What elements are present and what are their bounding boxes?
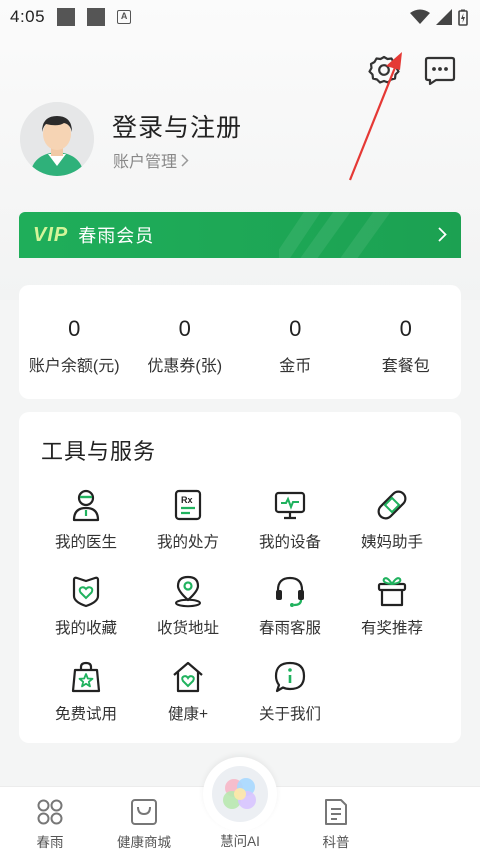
nav-label: 科普: [322, 835, 350, 850]
ai-orb-icon: [223, 778, 256, 809]
stat-value: 0: [399, 316, 412, 341]
bandage-icon: [377, 490, 407, 520]
nav-label: 春雨: [36, 835, 64, 850]
tool-customer-service[interactable]: 春雨客服: [235, 574, 345, 644]
tool-label: 春雨客服: [258, 620, 321, 637]
section-title: 工具与服务: [41, 439, 157, 464]
headset-icon: [276, 576, 304, 607]
stat-label: 金币: [279, 358, 312, 375]
vip-membership-banner[interactable]: VIP 春雨会员: [19, 212, 461, 258]
vip-logo: VIP: [33, 223, 69, 246]
info-icon: [274, 661, 306, 693]
stat-label: 优惠券(张): [147, 358, 223, 375]
tool-my-device[interactable]: 我的设备: [235, 488, 345, 558]
decorative-pattern-icon: [279, 212, 391, 258]
shopping-bag-icon: [131, 799, 157, 825]
nav-label[interactable]: 慧问AI: [190, 830, 290, 850]
doctor-icon: [72, 489, 100, 522]
tool-label: 收货地址: [156, 620, 219, 637]
stat-balance[interactable]: 0 账户余额(元): [19, 285, 130, 399]
chat-bubble-icon: [424, 56, 456, 86]
login-register-title[interactable]: 登录与注册: [112, 108, 242, 144]
article-icon: [325, 799, 347, 825]
tools-services-card: 工具与服务 我的医生 Rx 我的处方 我的设备 姨妈助手 我的收藏 收货地址 春…: [19, 412, 461, 743]
home-grid-icon: [37, 799, 63, 825]
notification-icon: [57, 8, 76, 26]
tool-label: 我的设备: [258, 534, 321, 551]
tool-label: 免费试用: [54, 706, 117, 723]
health-home-icon: [173, 661, 203, 693]
signal-icon: [436, 9, 452, 25]
app-notification-icon: A: [117, 10, 132, 24]
wifi-icon: [410, 9, 430, 24]
tool-label: 关于我们: [258, 706, 321, 723]
stat-packages[interactable]: 0 套餐包: [351, 285, 462, 399]
nav-tab-ai[interactable]: [212, 766, 268, 822]
tool-label: 健康+: [167, 706, 209, 723]
stat-value: 0: [178, 316, 191, 341]
avatar[interactable]: [20, 102, 94, 176]
tool-my-prescription[interactable]: Rx 我的处方: [133, 488, 243, 558]
battery-icon: [458, 9, 468, 26]
svg-text:Rx: Rx: [181, 495, 193, 505]
stat-label: 套餐包: [381, 358, 430, 375]
tool-label: 姨妈助手: [360, 534, 423, 551]
prescription-icon: Rx: [174, 489, 202, 521]
stat-label: 账户余额(元): [28, 358, 120, 375]
nav-tab-home[interactable]: 春雨: [0, 787, 100, 852]
tool-label: 我的医生: [54, 534, 117, 551]
gift-icon: [377, 577, 407, 607]
favorites-icon: [72, 576, 100, 608]
tool-health-plus[interactable]: 健康+: [133, 660, 243, 730]
nav-label: 健康商城: [117, 835, 171, 850]
tool-referral-reward[interactable]: 有奖推荐: [337, 574, 447, 644]
stat-value: 0: [289, 316, 302, 341]
tool-label: 我的处方: [156, 534, 219, 551]
tool-shipping-address[interactable]: 收货地址: [133, 574, 243, 644]
settings-button[interactable]: [366, 52, 402, 88]
account-management-label: 账户管理: [113, 154, 178, 171]
trial-bag-icon: [71, 661, 101, 693]
tool-label: 有奖推荐: [360, 620, 423, 637]
stat-value: 0: [68, 316, 81, 341]
stat-coupons[interactable]: 0 优惠券(张): [130, 285, 241, 399]
stat-gold-coins[interactable]: 0 金币: [240, 285, 351, 399]
tool-about-us[interactable]: 关于我们: [235, 660, 345, 730]
message-button[interactable]: [422, 52, 458, 88]
chevron-right-icon: [181, 153, 189, 167]
account-management-link[interactable]: 账户管理: [113, 148, 189, 172]
nav-tab-science[interactable]: 科普: [286, 787, 386, 852]
tool-my-doctor[interactable]: 我的医生: [31, 488, 141, 558]
tool-label: 我的收藏: [54, 620, 117, 637]
notification-icon: [87, 8, 106, 26]
status-bar: 4:05 A: [0, 0, 480, 34]
location-icon: [175, 575, 201, 608]
user-avatar-icon: [20, 102, 94, 176]
chevron-right-icon: [438, 227, 447, 242]
vip-label: 春雨会员: [78, 226, 155, 246]
account-stats-card: 0 账户余额(元) 0 优惠券(张) 0 金币 0 套餐包: [19, 285, 461, 399]
status-time: 4:05: [10, 7, 46, 26]
monitor-icon: [274, 491, 306, 520]
nav-tab-health-mall[interactable]: 健康商城: [94, 787, 194, 852]
tool-period-assistant[interactable]: 姨妈助手: [337, 488, 447, 558]
tool-my-favorites[interactable]: 我的收藏: [31, 574, 141, 644]
tool-free-trial[interactable]: 免费试用: [31, 660, 141, 730]
gear-icon: [368, 55, 400, 84]
